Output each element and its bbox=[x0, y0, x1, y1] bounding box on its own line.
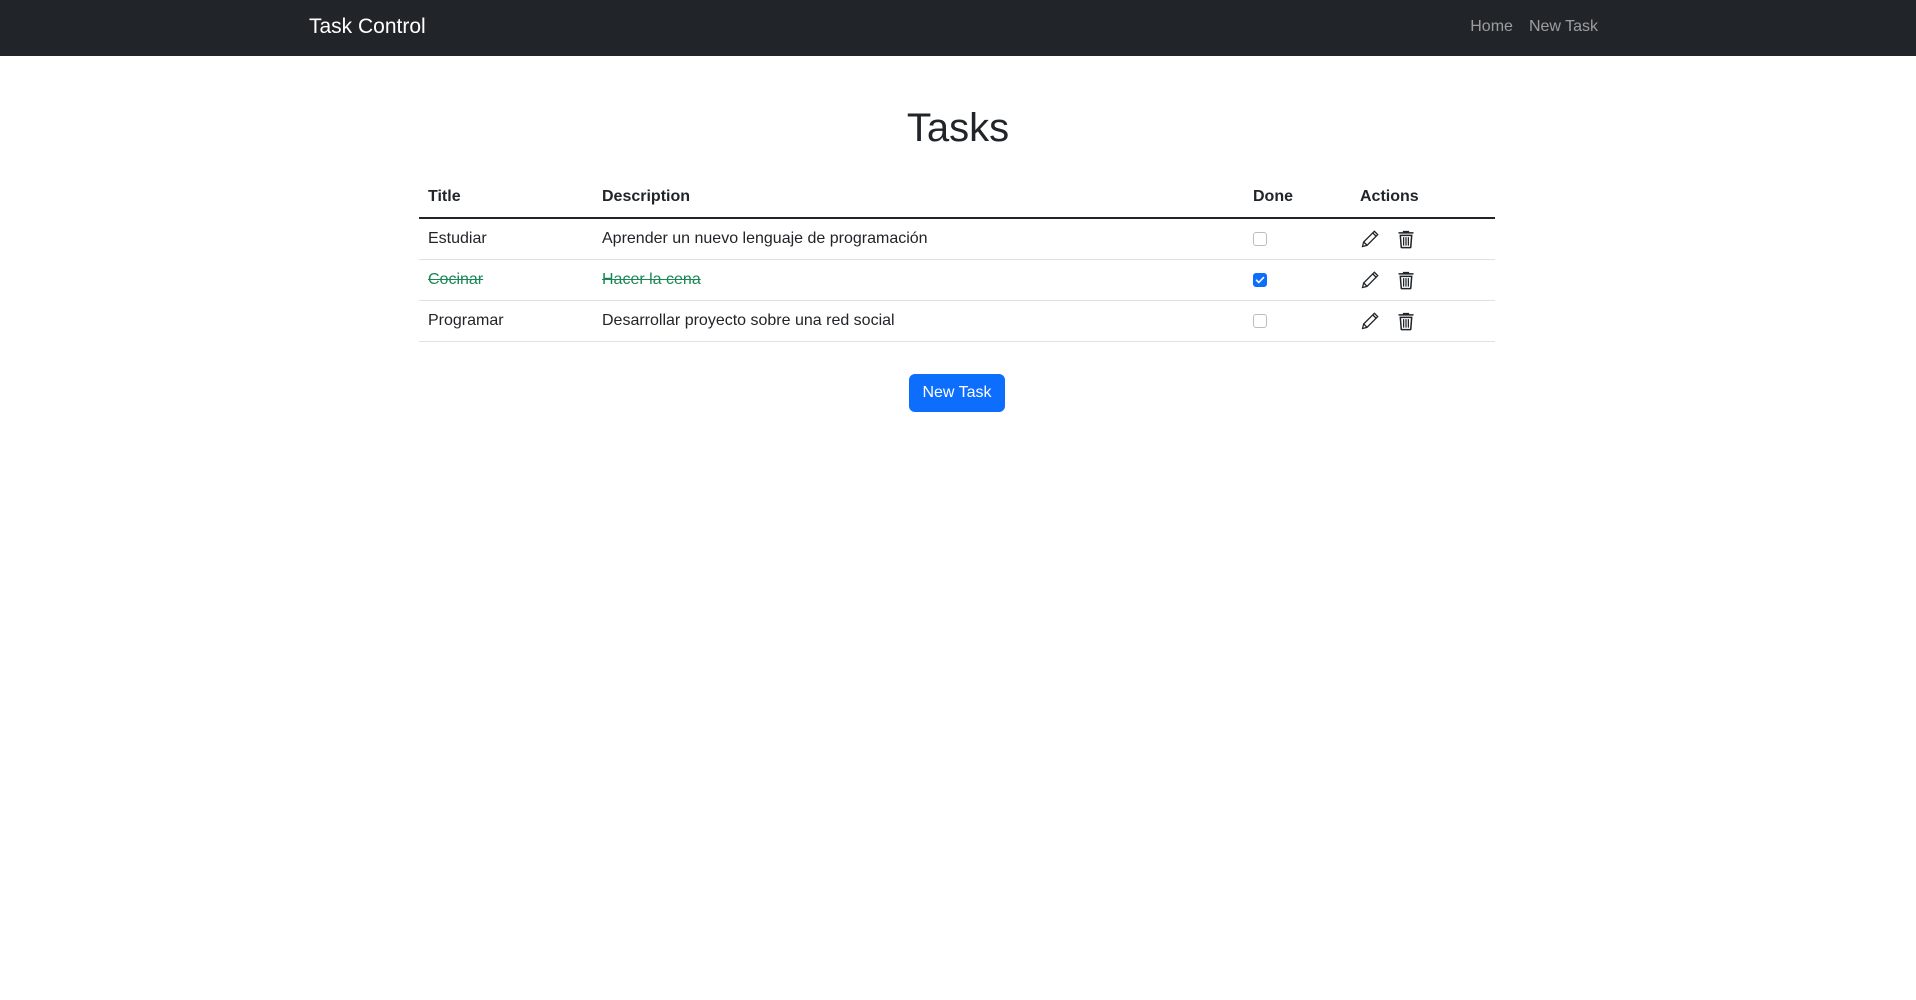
trash-icon[interactable] bbox=[1396, 229, 1416, 249]
task-done-cell bbox=[1244, 218, 1351, 260]
nav-link-home[interactable]: Home bbox=[1470, 18, 1513, 36]
task-title: Estudiar bbox=[419, 218, 593, 260]
task-done-cell bbox=[1244, 300, 1351, 342]
header-description: Description bbox=[593, 177, 1244, 219]
table-header-row: Title Description Done Actions bbox=[419, 177, 1495, 219]
actions-group bbox=[1360, 301, 1495, 341]
new-task-button[interactable]: New Task bbox=[909, 374, 1005, 412]
task-actions-cell bbox=[1351, 218, 1495, 260]
table-body: Estudiar Aprender un nuevo lenguaje de pr… bbox=[419, 218, 1495, 342]
pencil-icon[interactable] bbox=[1360, 270, 1380, 290]
pencil-icon[interactable] bbox=[1360, 229, 1380, 249]
task-actions-cell bbox=[1351, 259, 1495, 301]
trash-icon[interactable] bbox=[1396, 270, 1416, 290]
brand-link[interactable]: Task Control bbox=[309, 15, 426, 39]
done-checkbox[interactable] bbox=[1253, 313, 1267, 328]
header-title: Title bbox=[419, 177, 593, 219]
table-row: Cocinar Hacer la cena bbox=[419, 259, 1495, 301]
header-actions: Actions bbox=[1351, 177, 1495, 219]
done-checkbox[interactable] bbox=[1253, 272, 1267, 287]
task-description: Aprender un nuevo lenguaje de programaci… bbox=[593, 218, 1244, 260]
pencil-icon[interactable] bbox=[1360, 311, 1380, 331]
task-description: Hacer la cena bbox=[593, 259, 1244, 301]
page-title: Tasks bbox=[906, 106, 1010, 150]
task-done-cell bbox=[1244, 259, 1351, 301]
done-checkbox[interactable] bbox=[1253, 231, 1267, 246]
task-actions-cell bbox=[1351, 300, 1495, 342]
trash-icon[interactable] bbox=[1396, 311, 1416, 331]
header-done: Done bbox=[1244, 177, 1351, 219]
task-title: Cocinar bbox=[419, 259, 593, 301]
task-description: Desarrollar proyecto sobre una red socia… bbox=[593, 300, 1244, 342]
table-row: Programar Desarrollar proyecto sobre una … bbox=[419, 300, 1495, 342]
check-icon bbox=[1255, 276, 1265, 284]
table-row: Estudiar Aprender un nuevo lenguaje de pr… bbox=[419, 218, 1495, 260]
actions-group bbox=[1360, 219, 1495, 259]
actions-group bbox=[1360, 260, 1495, 300]
nav-links: Home New Task bbox=[1470, 18, 1598, 36]
task-table: Title Description Done Actions Estudiar A… bbox=[419, 177, 1495, 342]
nav-link-new-task[interactable]: New Task bbox=[1529, 18, 1598, 36]
navbar: Task Control Home New Task bbox=[0, 0, 1916, 56]
task-title: Programar bbox=[419, 300, 593, 342]
